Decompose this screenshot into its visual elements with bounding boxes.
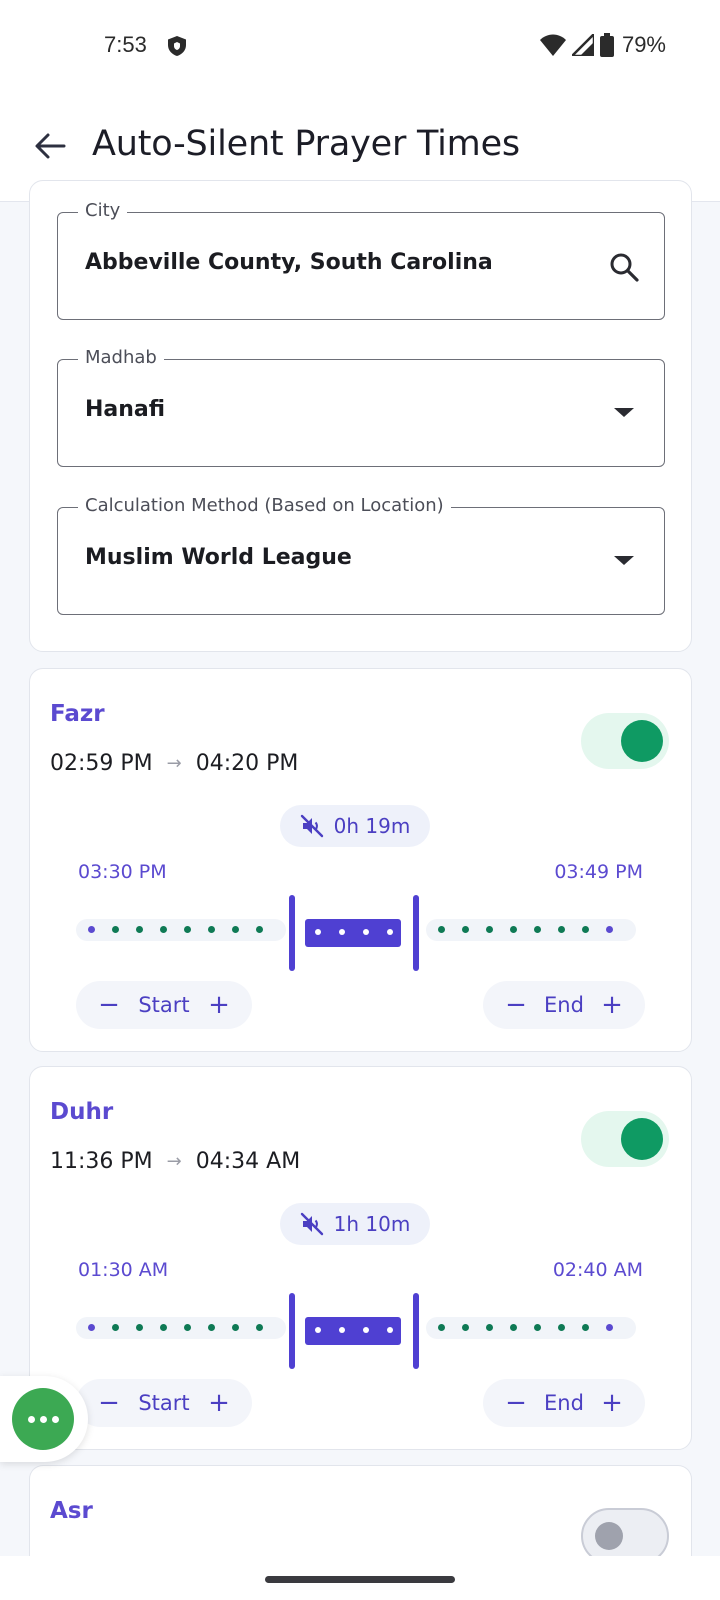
home-indicator[interactable] [265,1576,455,1583]
prayer-time-range: 11:36 PM → 04:34 AM [50,1149,300,1174]
timeline-before-track [76,919,286,941]
caret-down-icon [614,408,634,417]
silent-toggle[interactable] [581,1111,669,1167]
start-increment-button[interactable]: + [208,992,230,1018]
silent-duration: 1h 10m [333,1212,411,1236]
volume-off-icon [300,1212,323,1236]
start-handle[interactable] [289,895,295,971]
location-settings-card: City Abbeville County, South Carolina Ma… [29,180,692,652]
end-stepper: − End + [483,1379,645,1427]
page-title: Auto-Silent Prayer Times [92,124,520,164]
toggle-knob [621,720,663,762]
end-increment-button[interactable]: + [601,992,623,1018]
start-stepper: − Start + [76,981,252,1029]
start-decrement-button[interactable]: − [98,992,120,1018]
silent-start-time: 03:30 PM [78,861,167,883]
silent-window-timeline[interactable] [76,895,636,979]
search-icon[interactable] [608,251,640,283]
battery-icon [599,33,614,57]
start-stepper: − Start + [76,1379,252,1427]
toggle-knob [595,1522,623,1550]
start-increment-button[interactable]: + [208,1390,230,1416]
end-stepper-label: End [544,1391,584,1415]
start-handle[interactable] [289,1293,295,1369]
calculation-method-select[interactable]: Calculation Method (Based on Location) M… [57,495,665,615]
start-stepper-label: Start [138,1391,190,1415]
prayer-time-range: 02:59 PM → 04:20 PM [50,751,298,776]
volume-off-icon [300,814,323,838]
city-value: Abbeville County, South Carolina [85,250,493,275]
wifi-icon [539,34,566,56]
status-time: 7:53 [104,32,147,57]
timeline-after-track [426,1317,636,1339]
more-horizontal-icon [12,1388,74,1450]
arrow-right-icon: → [166,753,182,774]
navigation-bar [0,1556,720,1600]
start-stepper-label: Start [138,993,190,1017]
battery-percent: 79% [621,32,666,57]
prayer-start-time: 11:36 PM [50,1149,153,1174]
prayer-name: Asr [50,1498,93,1524]
more-options-fab[interactable] [0,1376,88,1462]
shield-icon [168,36,186,56]
end-increment-button[interactable]: + [601,1390,623,1416]
prayer-name: Fazr [50,701,105,727]
silent-duration-chip: 1h 10m [280,1203,430,1245]
madhab-select[interactable]: Madhab Hanafi [57,347,665,467]
toggle-knob [621,1118,663,1160]
end-handle[interactable] [413,895,419,971]
back-button[interactable] [26,122,74,170]
silent-window-block [305,1317,401,1345]
silent-toggle[interactable] [581,1508,669,1556]
prayer-card-asr: Asr [29,1465,692,1556]
arrow-left-icon [35,133,66,159]
silent-start-time: 01:30 AM [78,1259,169,1281]
madhab-value: Hanafi [85,397,166,422]
silent-window-timeline[interactable] [76,1293,636,1377]
end-decrement-button[interactable]: − [505,992,527,1018]
end-stepper: − End + [483,981,645,1029]
silent-end-time: 02:40 AM [552,1259,643,1281]
silent-duration: 0h 19m [333,814,411,838]
calculation-method-label: Calculation Method (Based on Location) [78,495,451,516]
prayer-card-duhr: Duhr 11:36 PM → 04:34 AM 1h 10m 01:30 AM… [29,1066,692,1450]
status-bar: 7:53 79% [0,0,720,90]
prayer-end-time: 04:34 AM [195,1149,301,1174]
end-handle[interactable] [413,1293,419,1369]
madhab-label: Madhab [78,347,164,368]
silent-end-time: 03:49 PM [554,861,643,883]
prayer-card-fazr: Fazr 02:59 PM → 04:20 PM 0h 19m 03:30 PM… [29,668,692,1052]
prayer-end-time: 04:20 PM [195,751,299,776]
prayer-name: Duhr [50,1099,114,1125]
caret-down-icon [614,556,634,565]
start-decrement-button[interactable]: − [98,1390,120,1416]
city-label: City [78,200,128,221]
prayer-start-time: 02:59 PM [50,751,153,776]
silent-toggle[interactable] [581,713,669,769]
timeline-after-track [426,919,636,941]
end-decrement-button[interactable]: − [505,1390,527,1416]
status-icons: 79% [539,30,666,60]
silent-window-block [305,919,401,947]
silent-duration-chip: 0h 19m [280,805,430,847]
arrow-right-icon: → [166,1151,182,1172]
calculation-method-value: Muslim World League [85,545,352,570]
cellular-signal-icon [571,34,594,56]
timeline-before-track [76,1317,286,1339]
end-stepper-label: End [544,993,584,1017]
city-field[interactable]: City Abbeville County, South Carolina [57,200,665,320]
